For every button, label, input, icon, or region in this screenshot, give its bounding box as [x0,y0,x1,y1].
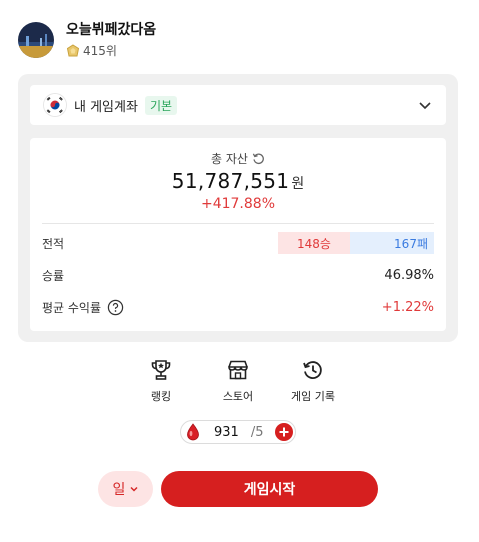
account-label: 내 게임계좌 [74,99,138,115]
avg-return-label: 평균 수익률 [42,300,102,315]
menu-ranking[interactable]: 랭킹 [126,358,196,404]
stats-card: 총 자산 51,787,551 원 +417.88% 전적 148승 167패 승… [30,138,446,331]
chevron-down-icon[interactable] [418,98,432,112]
total-asset-header: 총 자산 [30,150,446,167]
energy-current: 931 [214,424,239,440]
profile-header: 오늘뷔페갔다옴 415위 [18,20,156,60]
menu-store-label: 스토어 [222,390,254,403]
add-energy-button[interactable] [275,423,293,441]
record-row: 전적 148승 167패 [42,232,434,254]
account-panel: 내 게임계좌 기본 총 자산 51,787,551 원 +417.88% 전적 1… [18,74,458,342]
record-label: 전적 [42,236,65,251]
menu-game-history[interactable]: 게임 기록 [278,358,348,404]
total-asset-label: 총 자산 [211,152,248,166]
losses-count: 167패 [350,232,434,254]
menu-store[interactable]: 스토어 [203,358,273,404]
energy-counter: 931 /5 [180,420,296,444]
menu-game-history-label: 게임 기록 [291,390,335,403]
mode-label: 일 [112,482,126,498]
rank-value: 415위 [83,44,117,58]
bottom-menu: 랭킹 스토어 게임 기록 [0,358,479,406]
rank-badge-icon [66,43,80,56]
energy-drop-icon [187,423,199,441]
win-loss-bar: 148승 167패 [278,232,434,254]
account-selector[interactable]: 내 게임계좌 기본 [30,85,446,125]
profile-name: 오늘뷔페갔다옴 [66,22,157,38]
total-asset-value: 51,787,551 원 [30,169,446,193]
avg-return-value: +1.22% [381,299,434,315]
history-icon [303,361,322,379]
korea-flag-icon [44,94,66,116]
avatar[interactable] [18,22,54,58]
wins-count: 148승 [278,232,350,254]
help-icon[interactable] [107,299,124,316]
mode-select-button[interactable]: 일 [98,471,153,507]
start-game-button[interactable]: 게임시작 [161,471,378,507]
plus-icon [275,423,293,441]
refresh-icon[interactable] [252,152,265,165]
energy-max: /5 [250,424,264,440]
chevron-down-icon [130,486,138,492]
total-asset-unit: 원 [291,176,305,192]
menu-ranking-label: 랭킹 [150,390,172,403]
avg-return-row: 평균 수익률 +1.22% [42,296,434,318]
total-return-rate: +417.88% [200,196,276,212]
win-rate-value: 46.98% [384,267,434,283]
profile-rank: 415위 [66,42,156,59]
win-rate-label: 승률 [42,268,65,283]
trophy-icon [151,360,171,380]
divider [42,223,434,224]
win-rate-row: 승률 46.98% [42,264,434,286]
total-asset-amount: 51,787,551 [171,169,290,193]
store-icon [228,360,248,380]
account-tag-badge: 기본 [144,95,178,115]
